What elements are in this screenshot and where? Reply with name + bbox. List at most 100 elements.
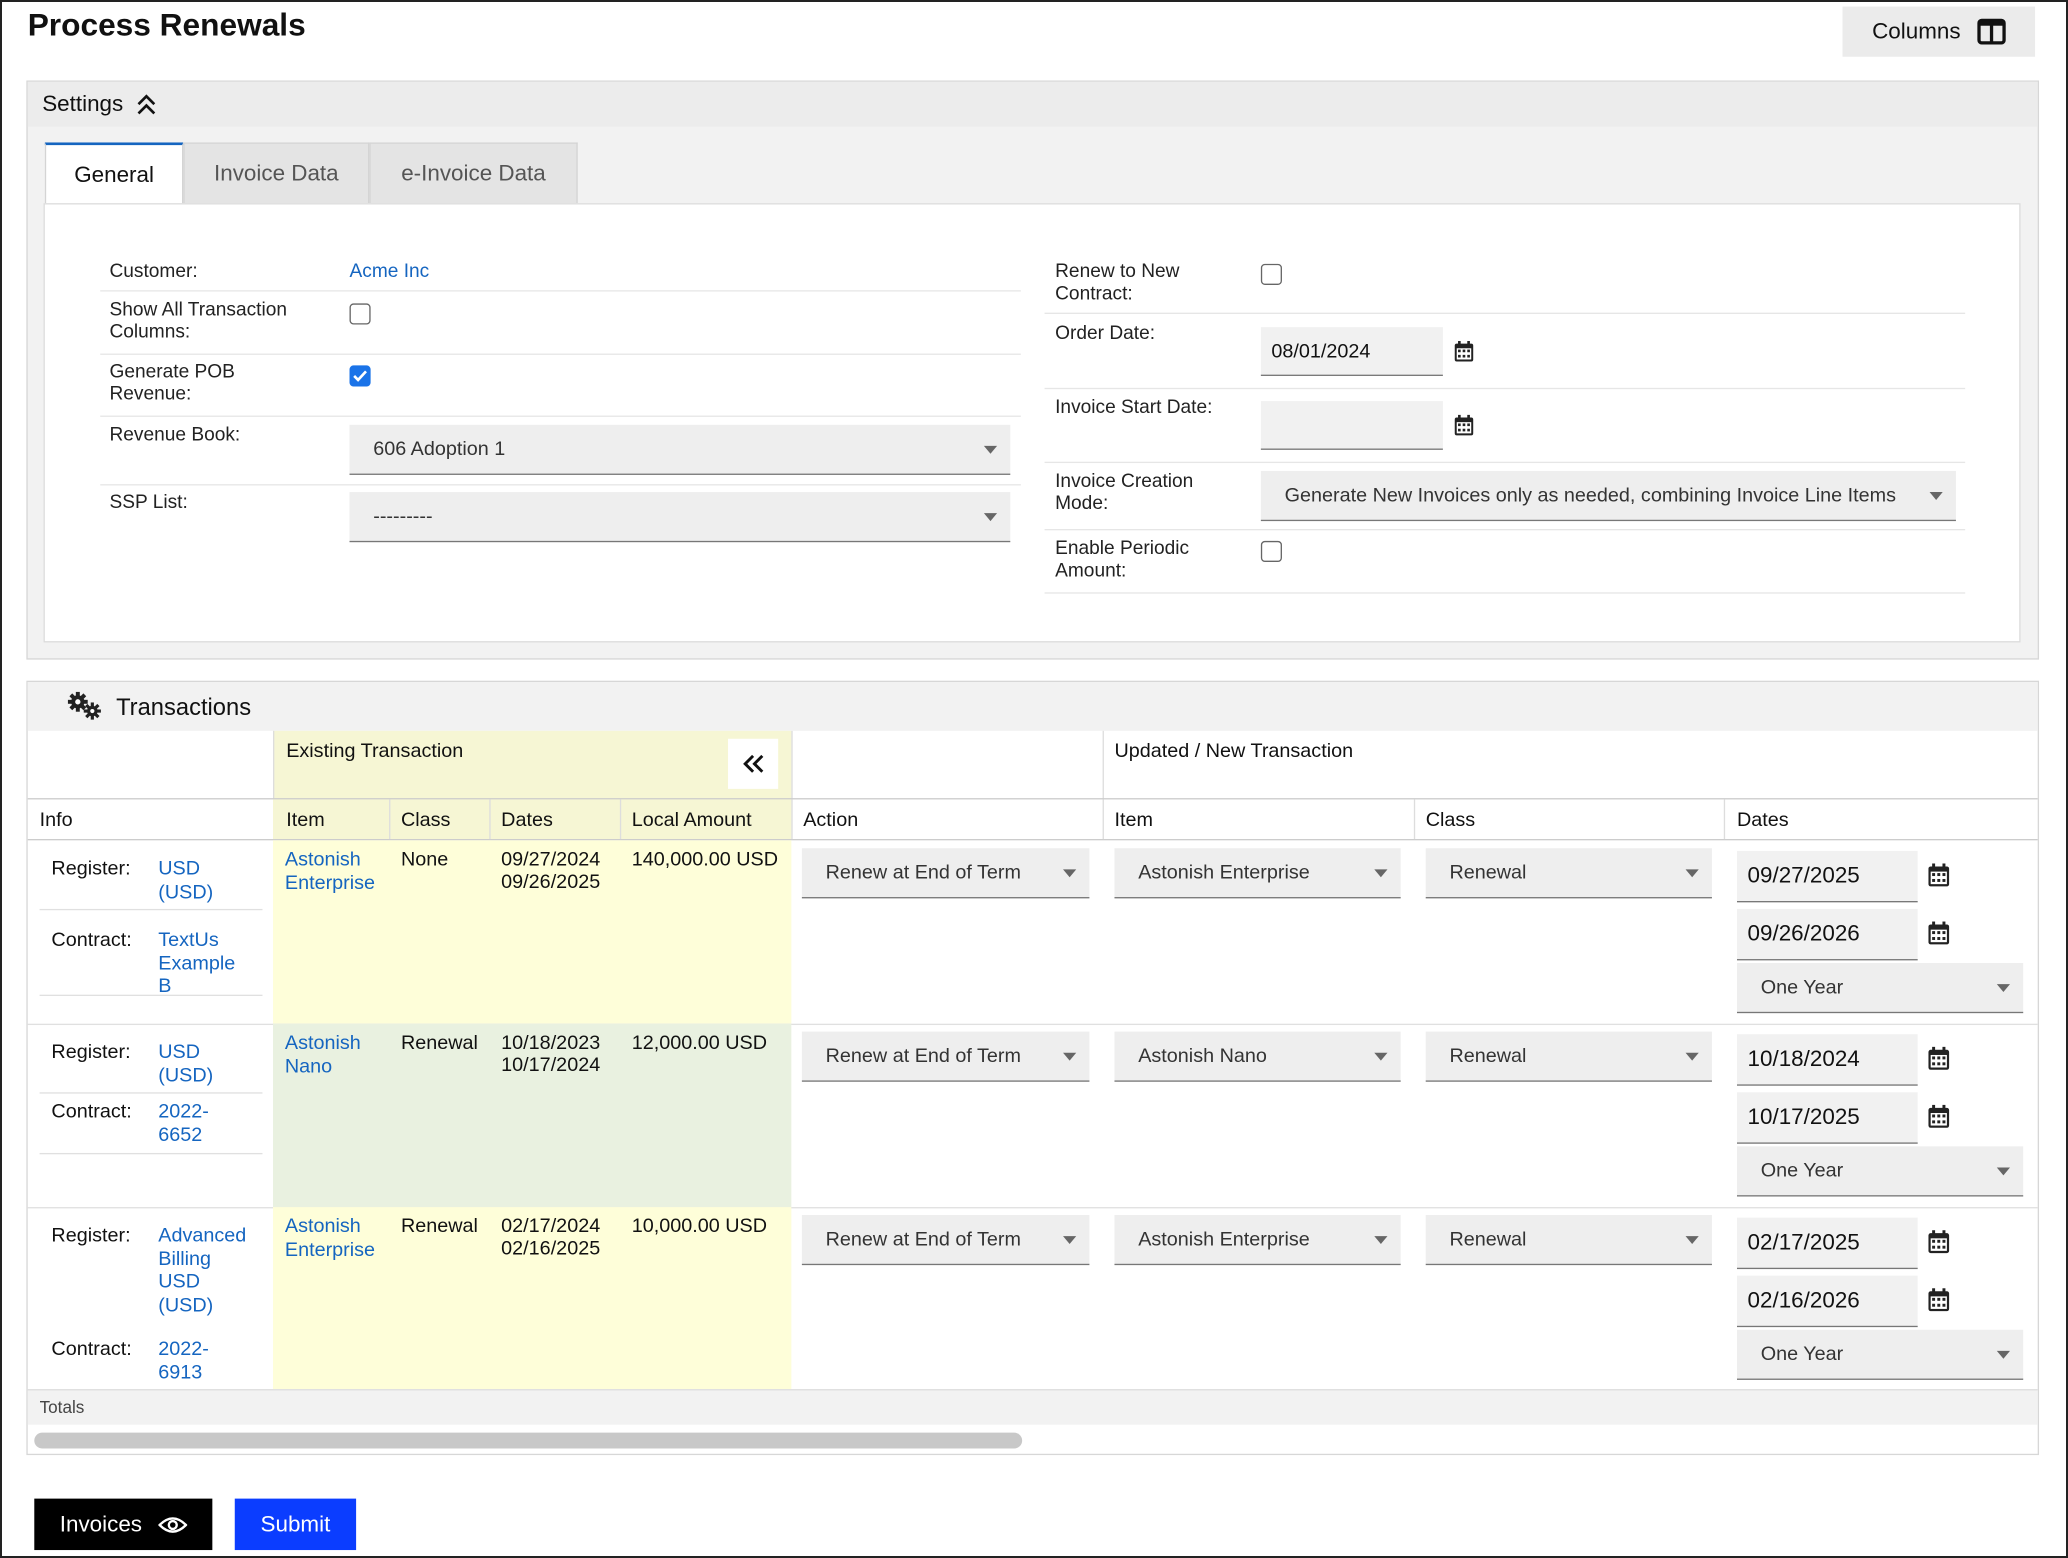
periodic-amount-checkbox[interactable] — [1260, 540, 1282, 562]
new-start-date-input[interactable]: 02/17/2025 — [1736, 1217, 1918, 1270]
contract-label: Contract: — [51, 1337, 132, 1361]
checkmark-icon — [353, 370, 367, 382]
col-new-item[interactable]: Item — [1114, 809, 1152, 831]
term-select[interactable]: One Year — [1736, 963, 2024, 1014]
new-end-date-input[interactable]: 10/17/2025 — [1736, 1092, 1918, 1144]
info-divider — [39, 1152, 263, 1155]
new-class-select[interactable]: Renewal — [1425, 848, 1712, 899]
new-start-date-input[interactable]: 09/27/2025 — [1736, 850, 1918, 903]
existing-item-link[interactable]: Astonish Enterprise — [285, 848, 388, 894]
new-item-select[interactable]: Astonish Nano — [1114, 1031, 1401, 1082]
new-class-select[interactable]: Renewal — [1425, 1031, 1712, 1082]
existing-end-date: 10/17/2024 — [501, 1054, 601, 1077]
col-local-amount[interactable]: Local Amount — [632, 809, 752, 831]
customer-label: Customer: — [109, 261, 198, 283]
action-select[interactable]: Renew at End of Term — [801, 848, 1090, 899]
register-label: Register: — [51, 1040, 131, 1064]
col-class[interactable]: Class — [401, 809, 450, 831]
new-class-select[interactable]: Renewal — [1425, 1214, 1712, 1266]
contract-link[interactable]: 2022-6652 — [158, 1100, 217, 1146]
tab-e-invoice-data[interactable]: e-Invoice Data — [369, 142, 578, 205]
dropdown-caret-icon — [1374, 1052, 1388, 1060]
tab-general[interactable]: General — [44, 142, 184, 205]
submit-button[interactable]: Submit — [234, 1498, 357, 1551]
contract-link[interactable]: TextUs Example B — [158, 929, 248, 998]
existing-transaction-label: Existing Transaction — [286, 740, 464, 763]
divider — [1413, 799, 1416, 840]
ssp-list-value: --------- — [373, 505, 433, 528]
new-start-date-input[interactable]: 10/18/2024 — [1736, 1034, 1918, 1086]
existing-item-link[interactable]: Astonish Nano — [285, 1032, 388, 1078]
invoice-start-input[interactable] — [1260, 401, 1443, 450]
columns-button[interactable]: Columns — [1842, 6, 2036, 57]
calendar-icon[interactable] — [1927, 921, 1951, 953]
term-select[interactable]: One Year — [1736, 1329, 2024, 1380]
register-link[interactable]: USD (USD) — [158, 857, 217, 903]
tab-invoice-data[interactable]: Invoice Data — [183, 142, 370, 205]
term-select[interactable]: One Year — [1736, 1146, 2024, 1197]
existing-item-link[interactable]: Astonish Enterprise — [285, 1215, 388, 1261]
double-chevron-left-icon — [743, 754, 764, 773]
calendar-icon[interactable] — [1927, 863, 1951, 895]
term-select-value: One Year — [1760, 976, 1844, 999]
new-class-select-value: Renewal — [1449, 1228, 1527, 1251]
col-new-class[interactable]: Class — [1426, 809, 1475, 831]
register-link[interactable]: USD (USD) — [158, 1041, 217, 1087]
col-action[interactable]: Action — [803, 809, 858, 831]
calendar-icon[interactable] — [1927, 1046, 1951, 1078]
existing-end-date: 09/26/2025 — [501, 870, 601, 894]
col-new-dates[interactable]: Dates — [1737, 809, 1789, 831]
calendar-icon[interactable] — [1453, 414, 1474, 436]
divider — [100, 484, 1021, 486]
updated-transaction-label: Updated / New Transaction — [1114, 740, 1354, 763]
renew-contract-label: Renew to New Contract: — [1055, 261, 1180, 305]
settings-header-bar — [27, 81, 2038, 127]
settings-toggle[interactable]: Settings — [42, 91, 157, 117]
generate-pob-checkbox[interactable] — [349, 365, 371, 387]
contract-label: Contract: — [51, 1100, 132, 1123]
show-all-checkbox[interactable] — [349, 303, 371, 325]
new-item-select[interactable]: Astonish Enterprise — [1114, 1214, 1401, 1266]
horizontal-scrollbar[interactable] — [34, 1432, 1023, 1449]
contract-link[interactable]: 2022-6913 — [158, 1338, 217, 1384]
new-end-date-input[interactable]: 09/26/2026 — [1736, 908, 1918, 961]
new-item-select[interactable]: Astonish Enterprise — [1114, 848, 1401, 899]
divider — [1044, 387, 1966, 390]
calendar-icon[interactable] — [1453, 340, 1474, 362]
action-select-value: Renew at End of Term — [825, 861, 1022, 884]
calendar-icon[interactable] — [1927, 1229, 1951, 1261]
revenue-book-select[interactable]: 606 Adoption 1 — [349, 424, 1011, 475]
existing-amount: 12,000.00 USD — [631, 1031, 768, 1055]
calendar-icon[interactable] — [1927, 1288, 1951, 1320]
ssp-list-select[interactable]: --------- — [349, 492, 1011, 543]
action-select-value: Renew at End of Term — [825, 1044, 1022, 1068]
divider — [1044, 592, 1966, 594]
info-divider — [39, 1092, 263, 1094]
general-tab-content — [43, 203, 2021, 643]
order-date-input[interactable]: 08/01/2024 — [1260, 327, 1443, 376]
action-select[interactable]: Renew at End of Term — [801, 1031, 1090, 1082]
calendar-icon[interactable] — [1927, 1104, 1951, 1136]
register-link[interactable]: Advanced Billing USD (USD) — [158, 1224, 257, 1316]
invoices-button[interactable]: Invoices — [34, 1498, 213, 1551]
invoice-mode-value: Generate New Invoices only as needed, co… — [1284, 484, 1897, 507]
col-item[interactable]: Item — [286, 809, 324, 831]
dropdown-caret-icon — [1929, 491, 1943, 500]
invoice-mode-select[interactable]: Generate New Invoices only as needed, co… — [1260, 470, 1956, 522]
divider — [100, 353, 1021, 355]
renew-contract-checkbox[interactable] — [1260, 263, 1282, 285]
dropdown-caret-icon — [1685, 1052, 1699, 1060]
dropdown-caret-icon — [1374, 1235, 1388, 1244]
show-all-label: Show All Transaction Columns: — [109, 299, 288, 343]
col-dates[interactable]: Dates — [501, 809, 553, 831]
collapse-existing-button[interactable] — [728, 738, 779, 789]
col-info[interactable]: Info — [40, 809, 73, 831]
divider — [100, 415, 1021, 417]
new-end-date-input[interactable]: 02/16/2026 — [1736, 1275, 1918, 1328]
customer-link[interactable]: Acme Inc — [350, 261, 430, 282]
periodic-amount-label: Enable Periodic Amount: — [1055, 538, 1190, 582]
ssp-list-label: SSP List: — [109, 492, 188, 514]
revenue-book-label: Revenue Book: — [109, 424, 241, 446]
new-end-date-value: 02/16/2026 — [1747, 1287, 1860, 1313]
action-select[interactable]: Renew at End of Term — [801, 1214, 1090, 1266]
